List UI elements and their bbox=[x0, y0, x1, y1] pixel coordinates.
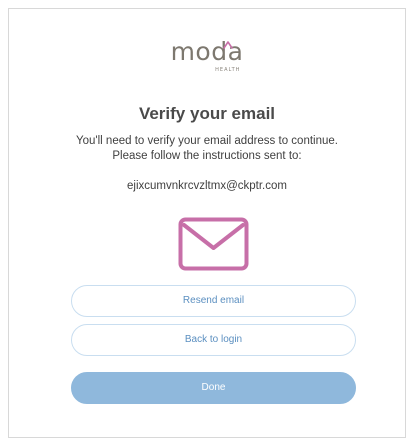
page-title: Verify your email bbox=[138, 104, 276, 123]
logo-roof-icon bbox=[223, 41, 233, 49]
logo-subtitle: HEALTH bbox=[215, 67, 241, 73]
done-button[interactable]: Done bbox=[71, 372, 356, 404]
instructions-text: You'll need to verify your email address… bbox=[29, 134, 385, 164]
moda-health-logo: moda HEALTH bbox=[9, 39, 405, 73]
instructions-line-2: Please follow the instructions sent to: bbox=[112, 150, 302, 162]
verify-email-card: moda HEALTH Verify your email You'll nee… bbox=[8, 8, 406, 438]
logo-wordmark: moda HEALTH bbox=[171, 39, 244, 73]
envelope-icon bbox=[178, 217, 249, 271]
email-address: ejixcumvnkrcvzltmx@ckptr.com bbox=[127, 180, 287, 192]
back-to-login-button[interactable]: Back to login bbox=[71, 324, 356, 356]
instructions-line-1: You'll need to verify your email address… bbox=[76, 135, 338, 147]
resend-email-button[interactable]: Resend email bbox=[71, 285, 356, 317]
